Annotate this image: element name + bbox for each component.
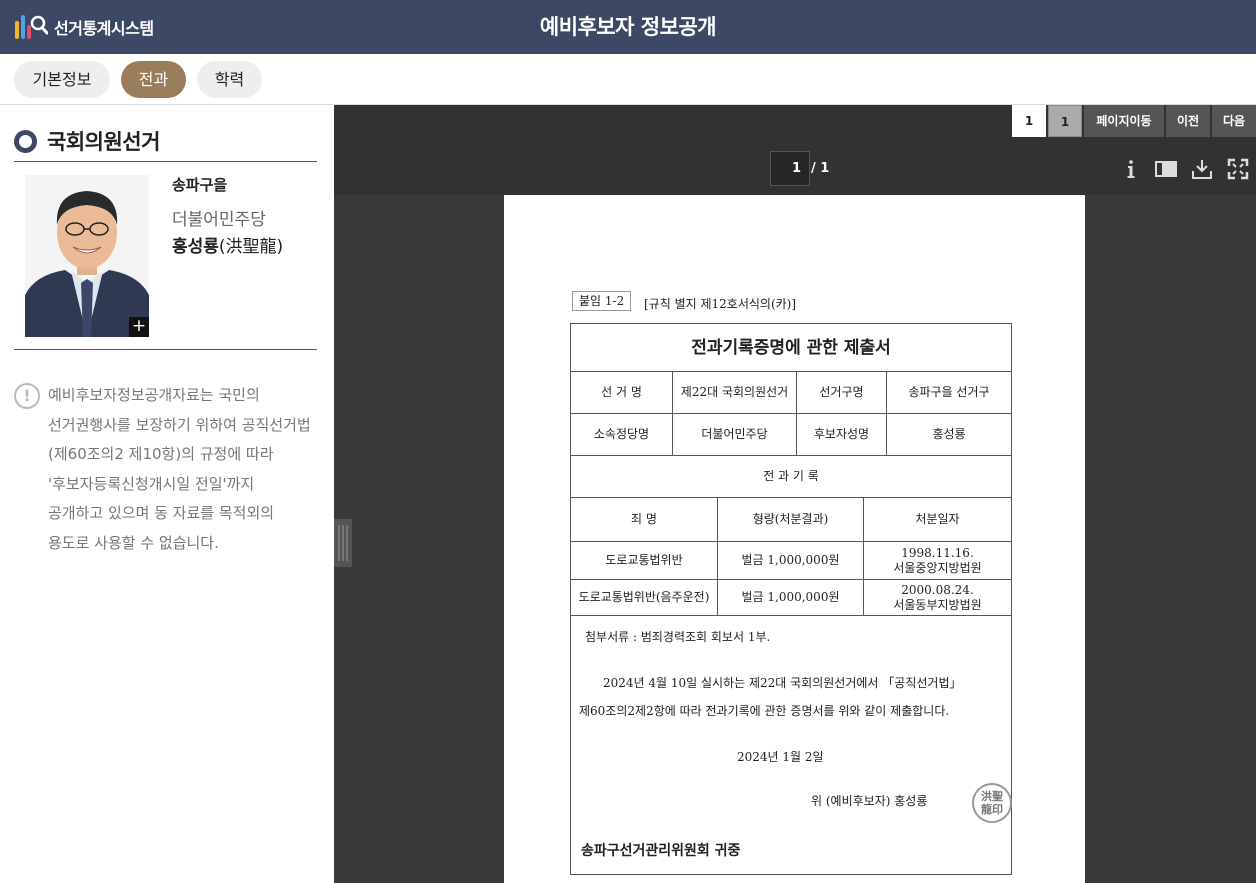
page-button-current[interactable]: 1 xyxy=(1048,105,1082,137)
doc-attachment: 첨부서류 : 범죄경력조회 회보서 1부. xyxy=(585,630,771,644)
page-title: 예비후보자 정보공개 xyxy=(539,15,717,39)
tab-education[interactable]: 학력 xyxy=(197,61,262,98)
circle-icon xyxy=(14,129,37,153)
candidate-name: 홍성룡(洪聖龍) xyxy=(172,232,283,257)
tab-criminal-record[interactable]: 전과 xyxy=(121,61,186,98)
section-heading: 국회의원선거 xyxy=(14,123,160,159)
doc-form: 전과기록증명에 관한 제출서 선 거 명 제22대 국회의원선거 선거구명 송파… xyxy=(570,323,1012,875)
doc-record-sentence: 벌금 1,000,000원 xyxy=(718,542,864,580)
doc-section-title: 전 과 기 록 xyxy=(571,456,1011,498)
doc-label-district: 선거구명 xyxy=(797,372,887,414)
page-number-input[interactable]: 1 xyxy=(770,151,810,186)
pdf-viewer: 1 1 페이지이동 이전 다음 1 / 1 붙임 1-2 [규칙 별지 제12호… xyxy=(334,105,1256,883)
viewer-toolbar: 1 1 페이지이동 이전 다음 1 / 1 xyxy=(334,105,1256,195)
photo-expand-button[interactable]: + xyxy=(129,317,149,337)
doc-label-election: 선 거 명 xyxy=(571,372,673,414)
fullscreen-icon[interactable] xyxy=(1226,157,1250,181)
top-header: 선거통계시스템 예비후보자 정보공개 xyxy=(0,0,1256,54)
doc-signature: 위 (예비후보자) 홍성룡 xyxy=(811,794,928,808)
info-icon[interactable] xyxy=(1119,157,1143,181)
candidate-name-hanja: (洪聖龍) xyxy=(218,237,284,257)
doc-header-sentence: 형량(처분결과) xyxy=(718,498,864,542)
doc-record-date: 2000.08.24. 서울동부지방법원 xyxy=(864,580,1011,616)
seal-stamp: 洪聖 龍印 xyxy=(972,783,1012,823)
candidate-sidebar: 국회의원선거 + 송파구을 더불어민주당 홍성룡(洪聖龍) ! 예비후보자정보공… xyxy=(0,105,334,883)
doc-label-candidate: 후보자성명 xyxy=(797,414,887,456)
doc-record-crime: 도로교통법위반 xyxy=(571,542,718,580)
divider xyxy=(14,349,317,350)
doc-value-candidate: 홍성룡 xyxy=(887,414,1011,456)
doc-date: 2024년 1월 2일 xyxy=(737,750,824,764)
doc-header-crime: 죄 명 xyxy=(571,498,718,542)
exclamation-icon: ! xyxy=(14,383,40,409)
download-icon[interactable] xyxy=(1190,157,1214,181)
notice-text: 예비후보자정보공개자료는 국민의 선거권행사를 보장하기 위하여 공직선거법 (… xyxy=(48,386,311,552)
document-canvas[interactable]: 붙임 1-2 [규칙 별지 제12호서식의(카)] 전과기록증명에 관한 제출서… xyxy=(334,195,1256,883)
doc-recipient: 송파구선거관리위원회 귀중 xyxy=(581,843,741,859)
tab-basic-info[interactable]: 기본정보 xyxy=(14,61,110,98)
party-name: 더불어민주당 xyxy=(172,210,266,230)
candidate-photo[interactable] xyxy=(25,175,149,337)
doc-header-date: 처분일자 xyxy=(864,498,1011,542)
doc-body-line: 2024년 4월 10일 실시하는 제22대 국회의원선거에서 「공직선거법」 xyxy=(603,676,962,690)
doc-record-sentence: 벌금 1,000,000원 xyxy=(718,580,864,616)
page-jump-button[interactable]: 페이지이동 xyxy=(1084,105,1164,137)
doc-value-party: 더불어민주당 xyxy=(673,414,797,456)
doc-body-line: 제60조의2제2항에 따라 전과기록에 관한 증명서를 위와 같이 제출합니다. xyxy=(579,704,950,718)
document-page: 붙임 1-2 [규칙 별지 제12호서식의(카)] 전과기록증명에 관한 제출서… xyxy=(504,195,1085,883)
doc-title: 전과기록증명에 관한 제출서 xyxy=(571,324,1011,372)
candidate-name-hangul: 홍성룡 xyxy=(172,237,219,257)
prev-page-button[interactable]: 이전 xyxy=(1166,105,1210,137)
election-title: 국회의원선거 xyxy=(47,130,160,154)
page-total: / 1 xyxy=(811,161,830,176)
doc-attachment-tag: 붙임 1-2 xyxy=(572,291,632,311)
sidebar-toggle-icon[interactable] xyxy=(1154,157,1178,181)
doc-form-reference: [규칙 별지 제12호서식의(카)] xyxy=(644,297,797,311)
doc-label-party: 소속정당명 xyxy=(571,414,673,456)
next-page-button[interactable]: 다음 xyxy=(1212,105,1256,137)
divider xyxy=(14,161,317,162)
doc-record-crime: 도로교통법위반(음주운전) xyxy=(571,580,718,616)
constituency: 송파구을 xyxy=(172,176,228,194)
doc-value-election: 제22대 국회의원선거 xyxy=(673,372,797,414)
sidebar-drag-handle[interactable] xyxy=(334,519,352,567)
page-button-1[interactable]: 1 xyxy=(1012,105,1046,137)
doc-value-district: 송파구을 선거구 xyxy=(887,372,1011,414)
doc-record-date: 1998.11.16. 서울중앙지방법원 xyxy=(864,542,1011,580)
tab-bar: 기본정보 전과 학력 xyxy=(0,54,1256,105)
